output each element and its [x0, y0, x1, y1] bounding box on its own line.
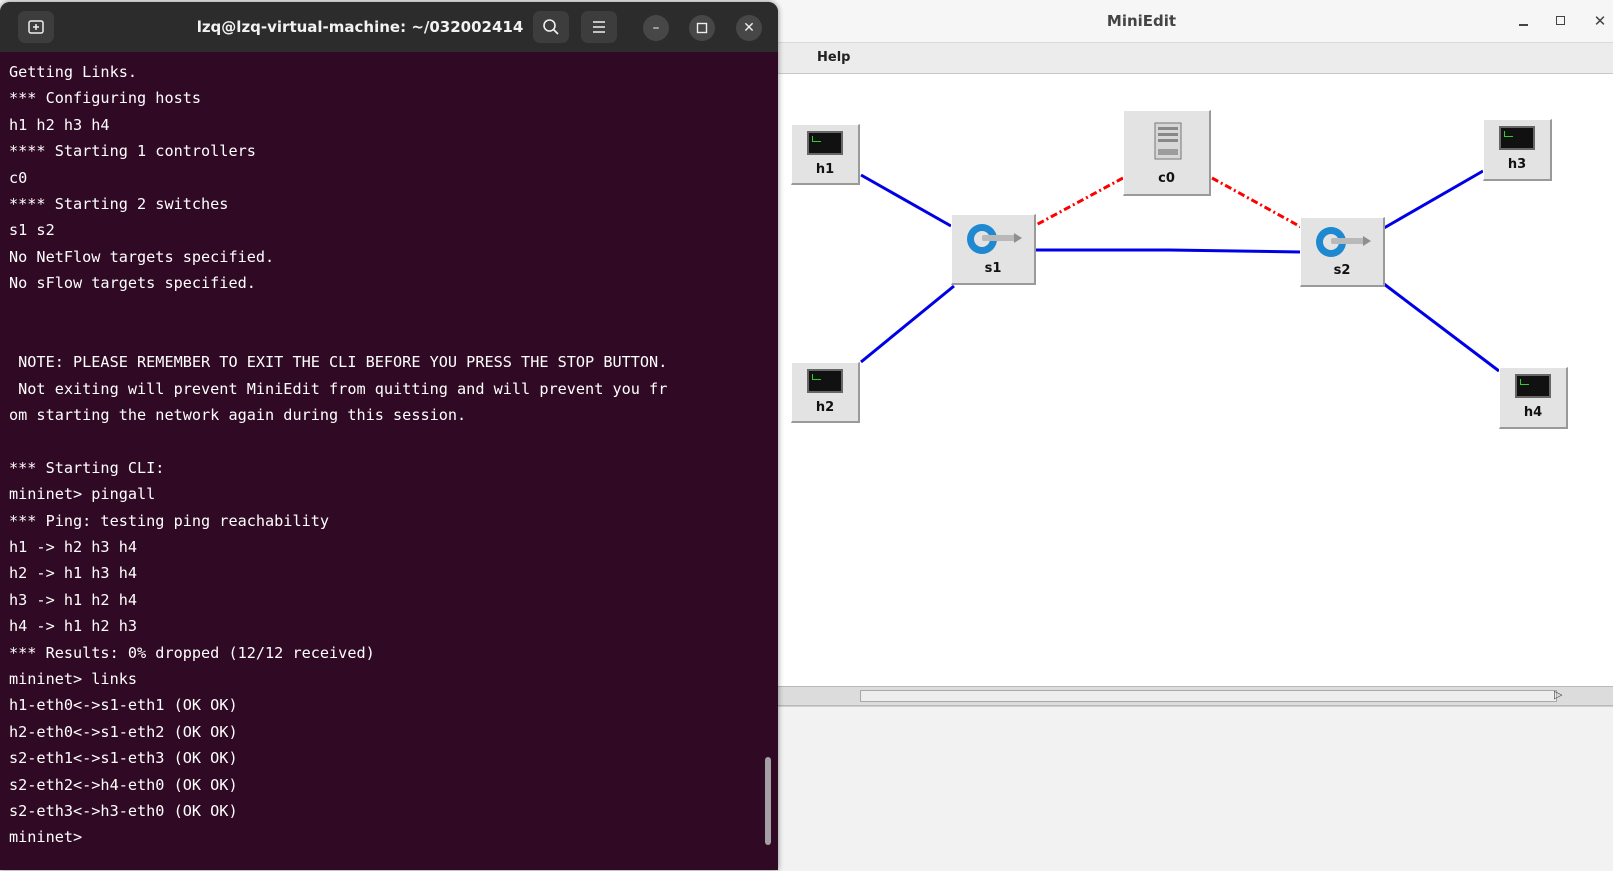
terminal-line: **** Starting 2 switches [9, 194, 229, 213]
menu-button[interactable] [581, 11, 617, 43]
switch-s1[interactable]: s1 [951, 214, 1036, 285]
link-h1-s1 [860, 173, 952, 228]
terminal-line: No sFlow targets specified. [9, 274, 256, 293]
terminal-line: om starting the network again during thi… [9, 406, 467, 425]
node-label: c0 [1158, 171, 1175, 186]
horizontal-scrollbar[interactable]: ▷ [770, 686, 1613, 706]
terminal-headerbar[interactable]: lzq@lzq-virtual-machine: ~/032002414 – ✕ [0, 2, 778, 52]
terminal-scrollbar[interactable] [765, 757, 771, 845]
terminal-line: h1 -> h2 h3 h4 [9, 538, 138, 557]
scroll-right-arrow-icon[interactable]: ▷ [1554, 687, 1562, 703]
terminal-line: NOTE: PLEASE REMEMBER TO EXIT THE CLI BE… [9, 353, 668, 372]
terminal-output[interactable]: Getting Links. *** Configuring hosts h1 h2… [0, 52, 766, 870]
link-c0-s1 [1035, 176, 1124, 227]
terminal-line: s2-eth2<->h4-eth0 (OK OK) [9, 775, 238, 794]
terminal-line: mininet> links [9, 669, 138, 688]
topology-canvas[interactable]: h1 h2 h3 h4 s1 s2 c0 [770, 74, 1613, 686]
miniedit-menubar: Help [770, 43, 1613, 74]
link-c0-s2 [1211, 176, 1302, 229]
miniedit-window: MiniEdit ✕ Help h1 h2 h3 h4 s1 s2 c0 ▷ [770, 0, 1613, 871]
link-s2-h4 [1383, 282, 1500, 373]
host-h3[interactable]: h3 [1483, 119, 1552, 181]
server-icon [1154, 122, 1182, 160]
terminal-title: lzq@lzq-virtual-machine: ~/032002414 [196, 18, 524, 36]
terminal-window: lzq@lzq-virtual-machine: ~/032002414 – ✕… [0, 2, 778, 870]
terminal-line: s1 s2 [9, 221, 55, 240]
controller-c0[interactable]: c0 [1123, 110, 1211, 196]
node-label: h2 [815, 400, 835, 415]
switch-s2[interactable]: s2 [1300, 217, 1385, 287]
miniedit-titlebar[interactable]: MiniEdit ✕ [770, 0, 1613, 43]
terminal-line: h4 -> h1 h2 h3 [9, 617, 138, 636]
host-h2[interactable]: h2 [791, 362, 860, 423]
miniedit-empty-area [770, 706, 1613, 871]
terminal-line: Not exiting will prevent MiniEdit from q… [9, 379, 668, 398]
terminal-line: No NetFlow targets specified. [9, 247, 275, 266]
terminal-host-icon [807, 131, 843, 155]
node-label: h1 [815, 162, 835, 177]
close-button[interactable]: ✕ [1590, 11, 1610, 31]
node-label: s1 [984, 261, 1002, 276]
link-s2-h3 [1383, 169, 1484, 230]
node-label: h4 [1523, 405, 1543, 420]
maximize-icon [696, 22, 708, 34]
switch-icon [1316, 227, 1371, 257]
terminal-line: mininet> [9, 828, 92, 847]
new-tab-button[interactable] [18, 11, 54, 43]
hamburger-menu-icon [593, 21, 605, 33]
terminal-line: s2-eth3<->h3-eth0 (OK OK) [9, 801, 238, 820]
terminal-line: h1 h2 h3 h4 [9, 115, 110, 134]
host-h1[interactable]: h1 [791, 124, 860, 185]
close-button[interactable]: ✕ [736, 15, 762, 41]
host-h4[interactable]: h4 [1499, 367, 1568, 429]
search-icon [543, 19, 559, 35]
maximize-button[interactable] [1552, 11, 1572, 31]
link-h2-s1 [860, 284, 955, 364]
node-label: h3 [1507, 157, 1527, 172]
terminal-line: h2 -> h1 h3 h4 [9, 564, 138, 583]
terminal-host-icon [1515, 374, 1551, 398]
terminal-line: *** Results: 0% dropped (12/12 received) [9, 643, 375, 662]
terminal-line: h2-eth0<->s1-eth2 (OK OK) [9, 722, 238, 741]
menu-help[interactable]: Help [817, 50, 850, 65]
new-tab-icon [28, 20, 44, 34]
terminal-line: *** Ping: testing ping reachability [9, 511, 330, 530]
miniedit-title: MiniEdit [1106, 12, 1177, 30]
terminal-host-icon [1499, 126, 1535, 150]
node-label: s2 [1333, 263, 1351, 278]
maximize-button[interactable] [689, 15, 715, 41]
terminal-line: h1-eth0<->s1-eth1 (OK OK) [9, 696, 238, 715]
terminal-host-icon [807, 369, 843, 393]
link-s1-s2 [1036, 248, 1302, 254]
terminal-line: Getting Links. [9, 63, 138, 81]
terminal-line: *** Starting CLI: [9, 458, 165, 477]
terminal-line: s2-eth1<->s1-eth3 (OK OK) [9, 749, 238, 768]
search-button[interactable] [533, 11, 569, 43]
switch-icon [967, 224, 1022, 254]
terminal-line: c0 [9, 168, 28, 187]
minimize-button[interactable] [1514, 11, 1534, 31]
terminal-line: *** Configuring hosts [9, 89, 202, 108]
scrollbar-thumb[interactable] [860, 690, 1557, 702]
terminal-line: mininet> pingall [9, 485, 156, 504]
terminal-line: **** Starting 1 controllers [9, 142, 256, 161]
minimize-button[interactable]: – [643, 15, 669, 41]
terminal-line: h3 -> h1 h2 h4 [9, 590, 138, 609]
